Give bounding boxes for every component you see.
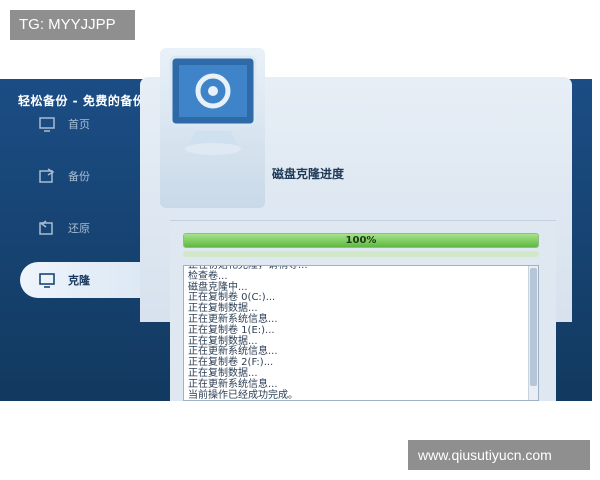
log-line: 正在复制卷 1(E:)... — [188, 324, 275, 336]
sidebar-item-label: 备份 — [68, 170, 90, 183]
monitor-gear-icon — [165, 51, 261, 163]
log-scrollbar[interactable] — [528, 266, 538, 400]
watermark-bottom: www.qiusutiyucn.com — [408, 440, 590, 470]
log-lines: 正在初始化克隆，请稍等... 检查卷... 磁盘克隆中... 正在复制卷 0(C:).… — [188, 265, 526, 401]
sidebar-item-label: 克隆 — [68, 274, 90, 287]
log-line: 正在初始化克隆，请稍等... — [188, 265, 308, 271]
clone-log[interactable]: 正在初始化克隆，请稍等... 检查卷... 磁盘克隆中... 正在复制卷 0(C:).… — [183, 265, 539, 401]
sidebar-item-label: 首页 — [68, 118, 90, 131]
sidebar-item-home[interactable]: 首页 — [20, 106, 160, 142]
home-icon — [38, 115, 56, 133]
log-scroll-thumb[interactable] — [530, 268, 537, 386]
sidebar-item-restore[interactable]: 还原 — [20, 210, 160, 246]
sidebar-item-backup[interactable]: 备份 — [20, 158, 160, 194]
log-line: 检查卷... — [188, 270, 228, 282]
progress-bar: 100% — [183, 233, 539, 248]
backup-icon — [38, 167, 56, 185]
clone-icon — [38, 271, 56, 289]
screenshot-canvas: TG: MYYJJPP 轻松备份 - 免费的备份软件 刷新 设置 帮助 — [0, 0, 600, 480]
watermark-top: TG: MYYJJPP — [10, 10, 135, 40]
log-line: 当前操作已经成功完成。 — [188, 389, 298, 401]
restore-icon — [38, 219, 56, 237]
panel-title: 磁盘克隆进度 — [272, 167, 345, 181]
log-line: 正在更新系统信息... — [188, 378, 278, 390]
progress-label: 100% — [345, 235, 377, 246]
sidebar-item-label: 还原 — [68, 222, 90, 235]
progress-secondary-bar — [183, 251, 539, 257]
